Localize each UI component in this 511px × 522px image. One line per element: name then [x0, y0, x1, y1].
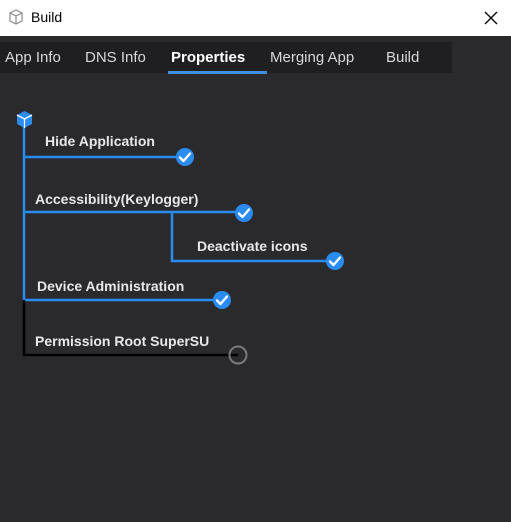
node-label-permission-root: Permission Root SuperSU — [35, 333, 210, 349]
check-circle-icon[interactable] — [325, 251, 345, 271]
node-label-accessibility: Accessibility(Keylogger) — [35, 191, 199, 207]
node-label-deactivate-icons: Deactivate icons — [197, 238, 308, 254]
node-label-hide-application: Hide Application — [45, 133, 155, 149]
tree-connectors — [22, 125, 334, 357]
empty-circle-icon[interactable] — [228, 345, 248, 365]
check-circle-icon[interactable] — [175, 147, 195, 167]
check-circle-icon[interactable] — [212, 290, 232, 310]
root-cube-icon — [16, 111, 33, 128]
check-circle-icon[interactable] — [234, 203, 254, 223]
node-label-device-administration: Device Administration — [37, 278, 185, 294]
